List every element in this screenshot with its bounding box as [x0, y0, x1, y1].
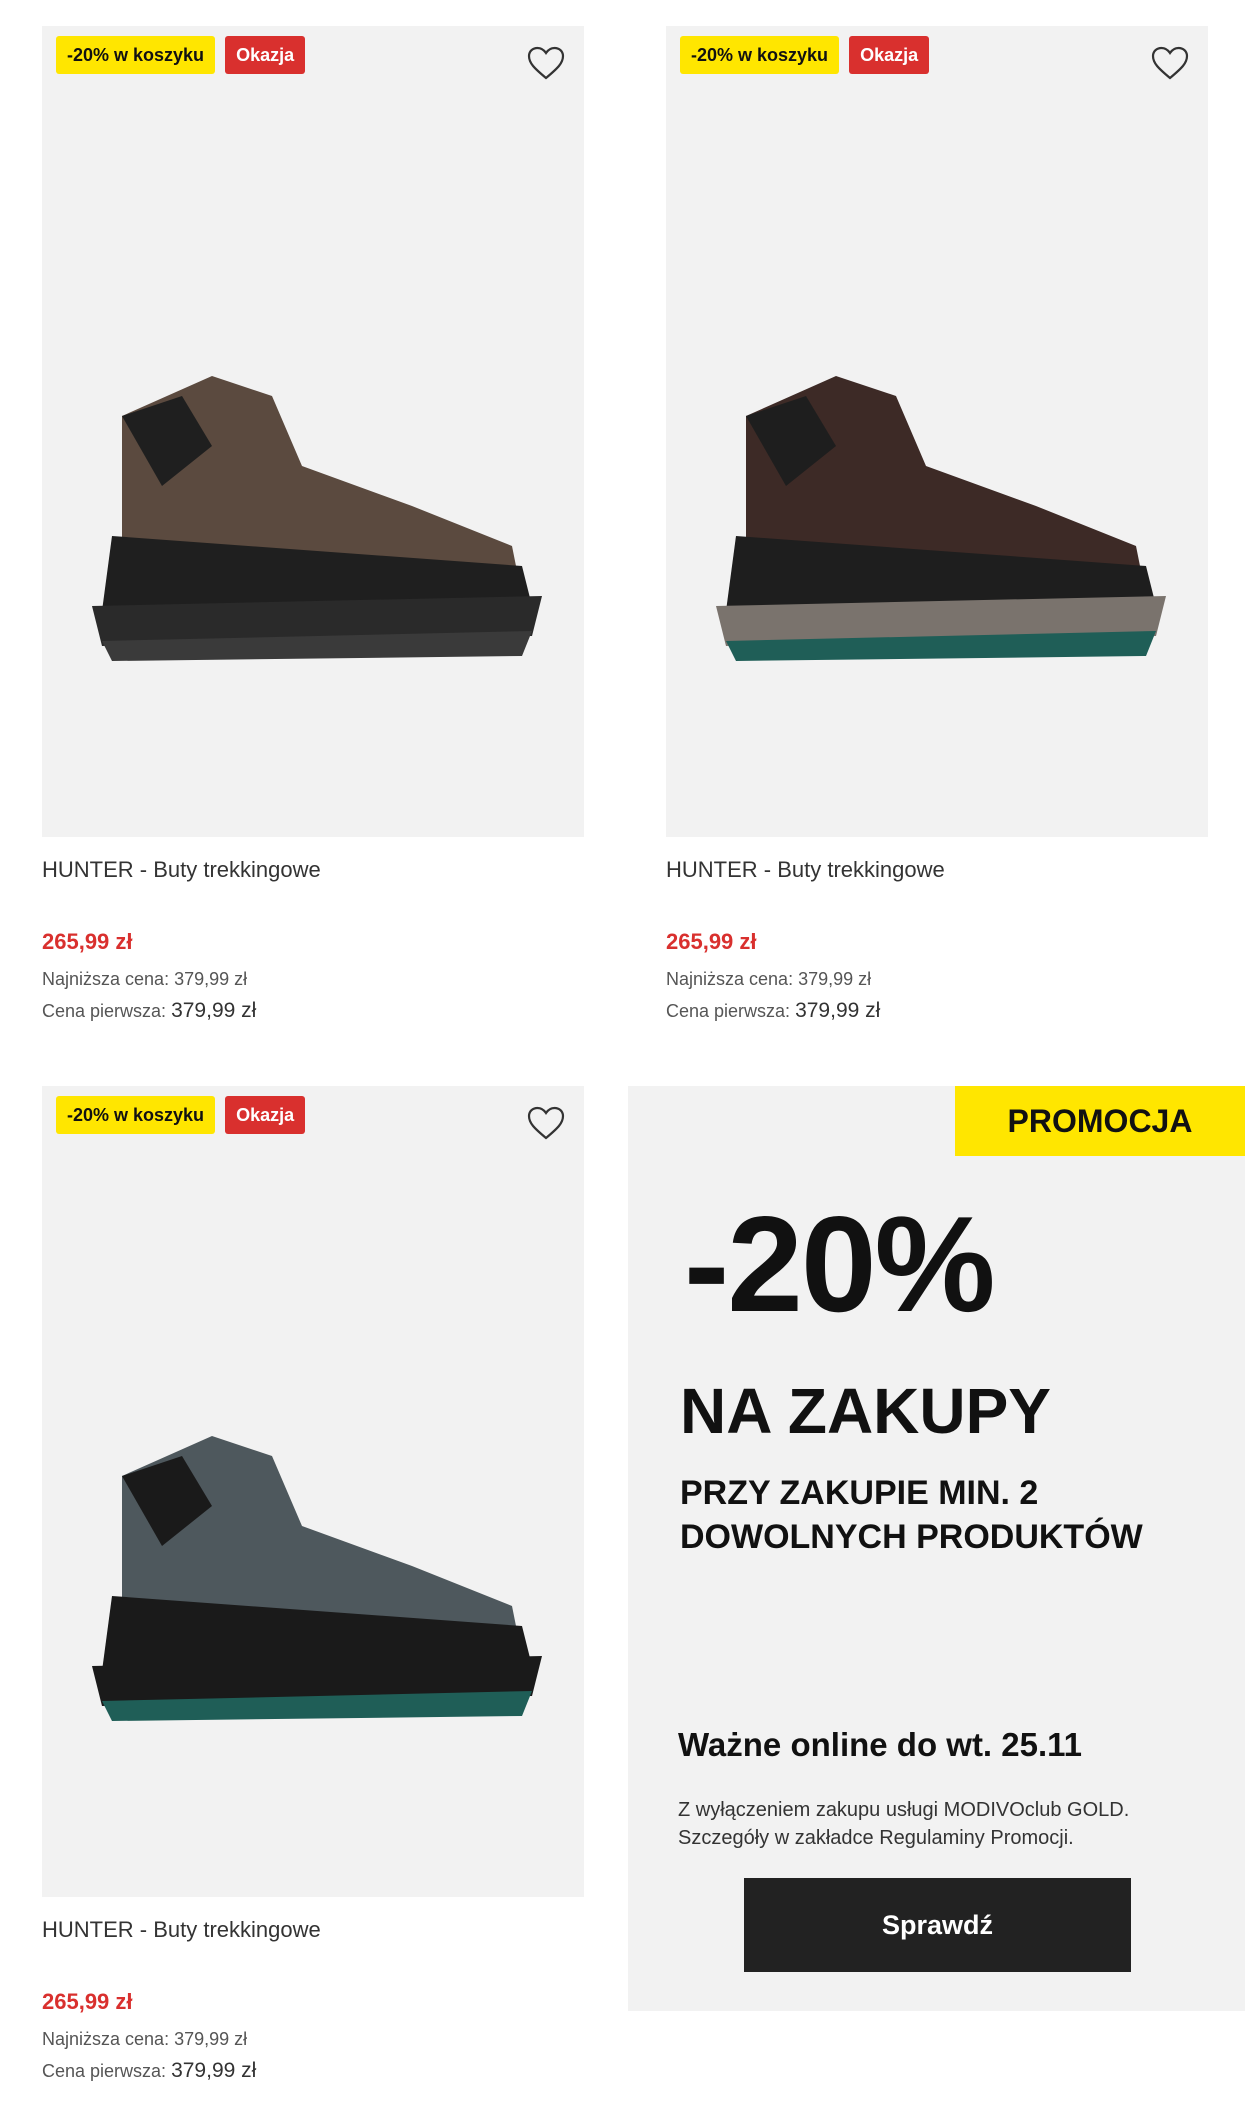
product-image[interactable]: -20% w koszyku Okazja	[666, 26, 1208, 837]
discount-badge: -20% w koszyku	[680, 36, 840, 74]
trekking-boot-image	[716, 376, 1166, 661]
product-price: 265,99 zł	[42, 1989, 133, 2014]
first-price-value: 379,99 zł	[171, 2059, 257, 2082]
heart-outline-icon[interactable]	[524, 1102, 568, 1146]
heart-outline-icon[interactable]	[1148, 42, 1192, 86]
lowest-price: Najniższa cena: 379,99 zł	[42, 2029, 247, 2050]
trekking-boot-image	[92, 376, 542, 661]
product-name[interactable]: HUNTER - Buty trekkingowe	[666, 857, 945, 883]
product-image[interactable]: -20% w koszyku Okazja	[42, 26, 584, 837]
lowest-price: Najniższa cena: 379,99 zł	[666, 969, 871, 990]
discount-badge: -20% w koszyku	[56, 1096, 216, 1134]
first-price: Cena pierwsza: 379,99 zł	[666, 999, 880, 1023]
lowest-price-label: Najniższa cena:	[42, 969, 170, 989]
lowest-price-value: 379,99 zł	[174, 2029, 248, 2049]
promo-tag: PROMOCJA	[955, 1086, 1245, 1156]
promo-validity: Ważne online do wt. 25.11	[678, 1726, 1083, 1763]
deal-badge: Okazja	[849, 36, 930, 74]
product-price: 265,99 zł	[42, 929, 133, 954]
first-price-value: 379,99 zł	[795, 999, 881, 1022]
product-name[interactable]: HUNTER - Buty trekkingowe	[42, 857, 321, 883]
lowest-price: Najniższa cena: 379,99 zł	[42, 969, 247, 990]
promo-fine-print: Z wyłączeniem zakupu usługi MODIVOclub G…	[678, 1799, 1130, 1849]
first-price-label: Cena pierwsza:	[42, 1001, 167, 1021]
check-button[interactable]: Sprawdź	[744, 1878, 1131, 1972]
first-price-label: Cena pierwsza:	[42, 2061, 167, 2081]
deal-badge: Okazja	[225, 36, 306, 74]
deal-badge: Okazja	[225, 1096, 306, 1134]
first-price-value: 379,99 zł	[171, 999, 257, 1022]
trekking-boot-image	[92, 1436, 542, 1721]
discount-badge: -20% w koszyku	[56, 36, 216, 74]
promo-banner[interactable]: PROMOCJA -20% NA ZAKUPY PRZY ZAKUPIE MIN…	[628, 1086, 1245, 2011]
promo-discount: -20%	[684, 1188, 995, 1340]
lowest-price-label: Najniższa cena:	[666, 969, 794, 989]
lowest-price-value: 379,99 zł	[798, 969, 872, 989]
promo-headline: NA ZAKUPY	[680, 1375, 1051, 1447]
lowest-price-label: Najniższa cena:	[42, 2029, 170, 2049]
first-price-label: Cena pierwsza:	[666, 1001, 791, 1021]
first-price: Cena pierwsza: 379,99 zł	[42, 999, 256, 1023]
product-name[interactable]: HUNTER - Buty trekkingowe	[42, 1917, 321, 1943]
first-price: Cena pierwsza: 379,99 zł	[42, 2059, 256, 2083]
lowest-price-value: 379,99 zł	[174, 969, 248, 989]
heart-outline-icon[interactable]	[524, 42, 568, 86]
product-image[interactable]: -20% w koszyku Okazja	[42, 1086, 584, 1897]
promo-condition: PRZY ZAKUPIE MIN. 2 DOWOLNYCH PRODUKTÓW	[680, 1474, 1143, 1556]
product-price: 265,99 zł	[666, 929, 757, 954]
